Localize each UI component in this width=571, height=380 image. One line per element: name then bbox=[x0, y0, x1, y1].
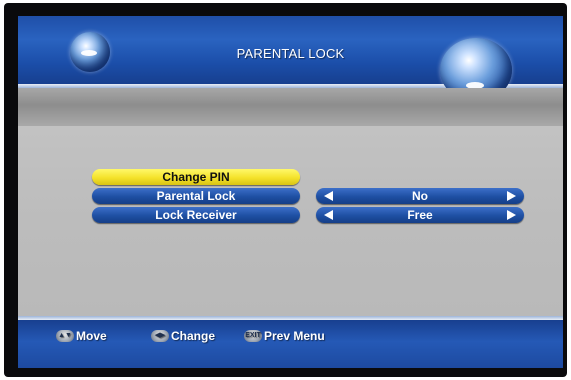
menu-item-change-pin[interactable]: Change PIN bbox=[92, 169, 300, 185]
hint-change-label: Change bbox=[171, 329, 216, 343]
parental-lock-value: No bbox=[412, 189, 428, 203]
menu-item-lock-receiver[interactable]: Lock Receiver bbox=[92, 207, 300, 223]
header-shadow-band bbox=[18, 88, 563, 126]
hint-move: ▲▼ Move bbox=[56, 329, 107, 343]
hint-change: ◀▶ Change bbox=[151, 329, 215, 343]
footer-bar: ▲▼ Move ◀▶ Change EXIT Prev Menu bbox=[18, 320, 563, 368]
lock-receiver-selector[interactable]: Free bbox=[316, 207, 524, 223]
hint-prev-menu-label: Prev Menu bbox=[264, 329, 325, 343]
screen: PARENTAL LOCK Change PIN Parental Lock N… bbox=[18, 16, 563, 368]
arrow-right-icon[interactable] bbox=[507, 210, 516, 220]
up-down-arrows-icon: ▲▼ bbox=[56, 330, 74, 342]
menu-item-parental-lock[interactable]: Parental Lock bbox=[92, 188, 300, 204]
left-right-arrows-icon: ◀▶ bbox=[151, 330, 169, 342]
menu-area: Change PIN Parental Lock No Lock Receive… bbox=[18, 126, 563, 316]
tv-frame: PARENTAL LOCK Change PIN Parental Lock N… bbox=[4, 3, 567, 377]
arrow-right-icon[interactable] bbox=[507, 191, 516, 201]
hint-prev-menu: EXIT Prev Menu bbox=[244, 329, 325, 343]
exit-button-icon: EXIT bbox=[244, 330, 262, 342]
lock-receiver-value: Free bbox=[407, 208, 433, 222]
hint-move-label: Move bbox=[76, 329, 107, 343]
parental-lock-selector[interactable]: No bbox=[316, 188, 524, 204]
